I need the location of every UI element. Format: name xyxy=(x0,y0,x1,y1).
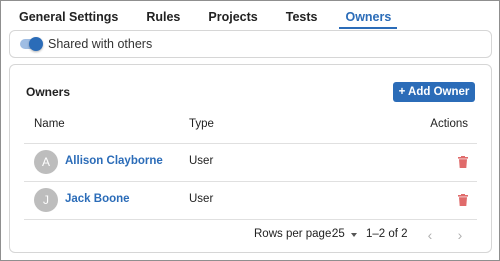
avatar: A xyxy=(34,150,58,174)
tab-projects[interactable]: Projects xyxy=(202,1,263,29)
rows-per-page-select[interactable]: 25 xyxy=(332,228,357,240)
share-bar: Shared with others xyxy=(9,30,492,58)
owner-name-link[interactable]: Allison Clayborne xyxy=(65,155,163,167)
table-divider xyxy=(24,219,477,220)
owner-name-link[interactable]: Jack Boone xyxy=(65,193,130,205)
owners-panel: Owners + Add Owner Name Type Actions A A… xyxy=(9,64,492,253)
toggle-knob xyxy=(29,37,43,51)
rows-per-page-label: Rows per page: xyxy=(254,228,335,240)
shared-toggle[interactable] xyxy=(20,37,43,51)
trash-icon[interactable] xyxy=(458,156,468,168)
chevron-right-icon[interactable]: › xyxy=(452,225,468,245)
trash-icon[interactable] xyxy=(458,194,468,206)
settings-tabs: General Settings Rules Projects Tests Ow… xyxy=(7,1,413,29)
tab-tests[interactable]: Tests xyxy=(280,1,324,29)
owners-settings-window: General Settings Rules Projects Tests Ow… xyxy=(0,0,500,261)
avatar: J xyxy=(34,188,58,212)
column-header-type: Type xyxy=(189,118,214,130)
column-header-name: Name xyxy=(34,118,65,130)
owners-title: Owners xyxy=(26,85,71,99)
table-row: A Allison Clayborne User xyxy=(24,143,477,181)
tab-rules[interactable]: Rules xyxy=(140,1,186,29)
shared-label: Shared with others xyxy=(48,37,153,51)
tab-general-settings[interactable]: General Settings xyxy=(7,1,124,29)
rows-per-page-value: 25 xyxy=(332,228,345,240)
pagination-range: 1–2 of 2 xyxy=(366,228,408,240)
owner-type: User xyxy=(189,193,214,205)
table-row: J Jack Boone User xyxy=(24,181,477,219)
column-header-actions: Actions xyxy=(430,118,468,130)
caret-down-icon xyxy=(350,233,357,237)
tab-owners[interactable]: Owners xyxy=(339,1,398,29)
chevron-left-icon[interactable]: ‹ xyxy=(422,225,438,245)
add-owner-button[interactable]: + Add Owner xyxy=(393,82,475,102)
owner-type: User xyxy=(189,155,214,167)
